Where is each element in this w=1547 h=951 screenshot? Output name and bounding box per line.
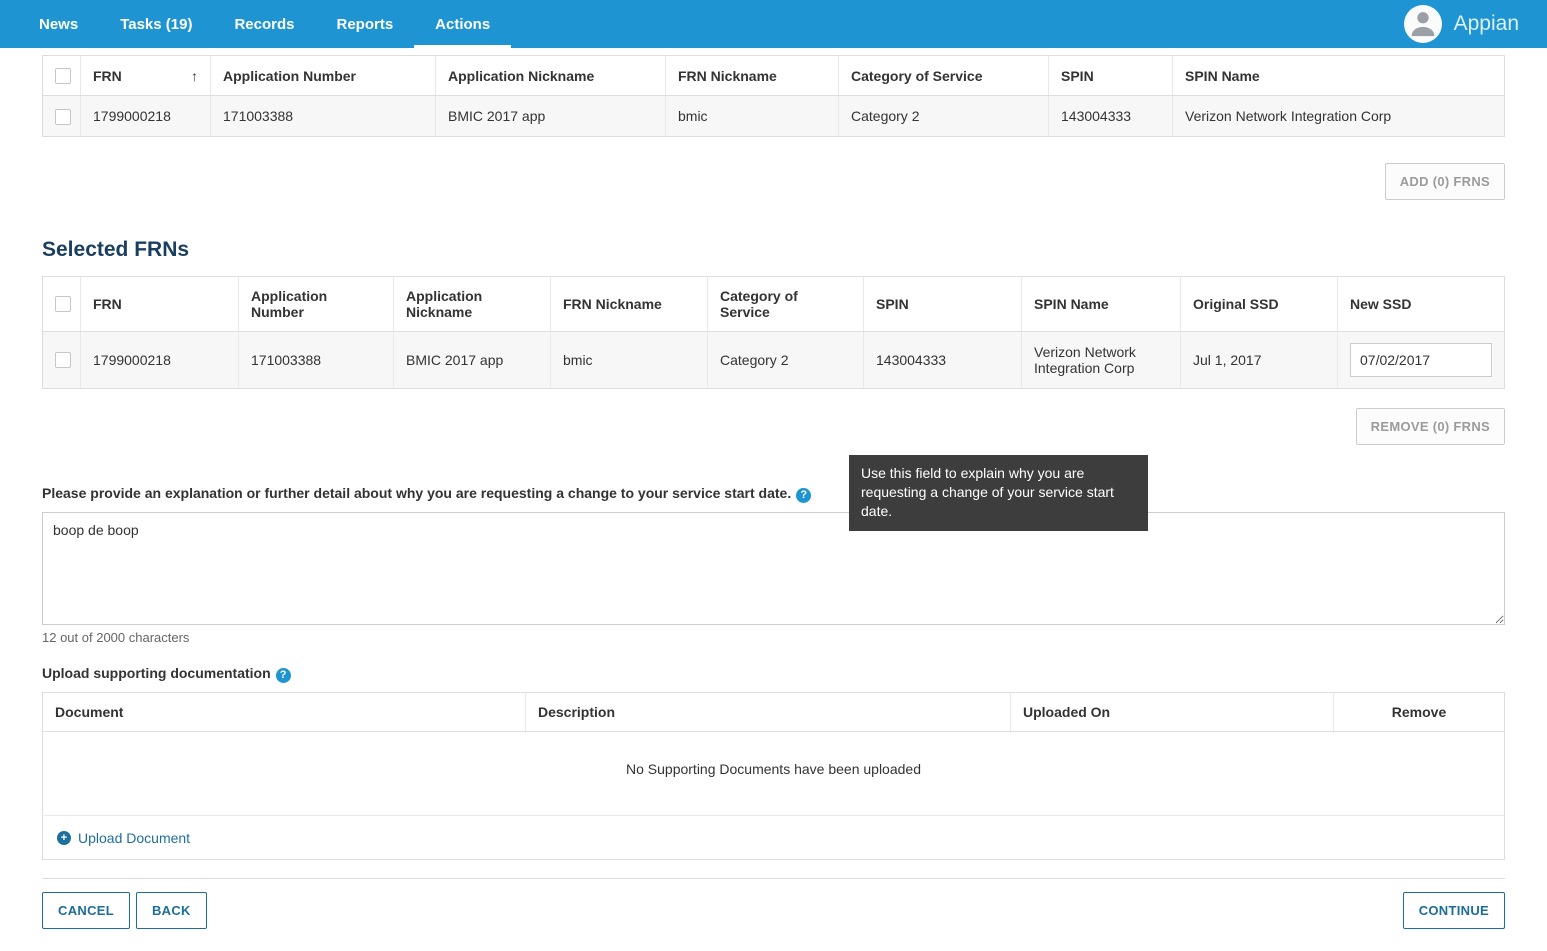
cell-frn: 1799000218 [81,96,211,136]
table-row: 1799000218 171003388 BMIC 2017 app bmic … [43,331,1505,388]
add-frns-button[interactable]: ADD (0) FRNS [1385,163,1505,200]
sort-ascending-icon[interactable]: ↑ [191,68,198,84]
explanation-label: Please provide an explanation or further… [42,485,791,501]
plus-icon: + [57,831,71,845]
cancel-button[interactable]: CANCEL [42,892,130,929]
back-button[interactable]: BACK [136,892,207,929]
cell-category-of-service: Category 2 [839,96,1049,136]
column-header-application-number[interactable]: Application Number [239,276,394,331]
upload-section-label: Upload supporting documentation? [42,665,1505,683]
cell-spin-name: Verizon Network Integration Corp [1173,96,1505,136]
column-header-frn[interactable]: FRN ↑ [81,56,211,96]
column-header-frn[interactable]: FRN [81,276,239,331]
explanation-section: Please provide an explanation or further… [42,485,1505,645]
cell-spin: 143004333 [864,331,1022,388]
nav-item-tasks[interactable]: Tasks (19) [99,0,213,48]
top-nav: News Tasks (19) Records Reports Actions … [0,0,1547,48]
column-header-new-ssd[interactable]: New SSD [1338,276,1505,331]
selected-frns-table: FRN Application Number Application Nickn… [42,276,1505,389]
explanation-textarea[interactable]: boop de boop [42,512,1505,625]
cell-application-nickname: BMIC 2017 app [436,96,666,136]
upload-label-text: Upload supporting documentation [42,665,271,681]
help-tooltip: Use this field to explain why you are re… [849,455,1148,531]
cell-frn: 1799000218 [81,331,239,388]
column-header-frn-nickname[interactable]: FRN Nickname [666,56,839,96]
column-header-spin-name[interactable]: SPIN Name [1173,56,1505,96]
cell-application-nickname: BMIC 2017 app [394,331,551,388]
help-icon[interactable]: ? [276,668,291,683]
continue-button[interactable]: CONTINUE [1403,892,1505,929]
nav-item-reports[interactable]: Reports [315,0,414,48]
column-header-application-nickname[interactable]: Application Nickname [394,276,551,331]
select-all-checkbox[interactable] [55,68,71,84]
column-header-spin[interactable]: SPIN [1049,56,1173,96]
cell-application-number: 171003388 [239,331,394,388]
column-header-spin[interactable]: SPIN [864,276,1022,331]
column-header-category-of-service[interactable]: Category of Service [839,56,1049,96]
page: News Tasks (19) Records Reports Actions … [0,0,1547,951]
person-icon [1406,5,1440,43]
supporting-documents-table: Document Description Uploaded On Remove … [42,692,1505,860]
cell-category-of-service: Category 2 [708,331,864,388]
cell-spin-name: Verizon Network Integration Corp [1022,331,1181,388]
column-header-document: Document [43,692,526,731]
table-row: 1799000218 171003388 BMIC 2017 app bmic … [43,96,1505,136]
upload-document-link-label: Upload Document [78,830,190,846]
row-checkbox[interactable] [55,109,71,125]
upload-document-link[interactable]: + Upload Document [57,830,190,846]
selected-frns-heading: Selected FRNs [42,238,1505,262]
cell-spin: 143004333 [1049,96,1173,136]
column-header-spin-name[interactable]: SPIN Name [1022,276,1181,331]
remove-frns-button[interactable]: REMOVE (0) FRNS [1356,408,1505,445]
column-header-frn-label: FRN [93,68,122,84]
form-footer: CANCEL BACK CONTINUE [42,878,1505,951]
no-documents-message: No Supporting Documents have been upload… [43,731,1505,815]
column-header-uploaded-on: Uploaded On [1011,692,1334,731]
column-header-application-nickname[interactable]: Application Nickname [436,56,666,96]
column-header-application-number[interactable]: Application Number [211,56,436,96]
column-header-frn-nickname[interactable]: FRN Nickname [551,276,708,331]
row-checkbox[interactable] [55,352,71,368]
column-header-category-of-service[interactable]: Category of Service [708,276,864,331]
new-ssd-input[interactable] [1350,343,1492,377]
cell-application-number: 171003388 [211,96,436,136]
nav-item-records[interactable]: Records [213,0,315,48]
character-count: 12 out of 2000 characters [42,630,1505,645]
nav-item-news[interactable]: News [18,0,99,48]
appian-logo: Appian [1454,12,1519,36]
column-header-original-ssd[interactable]: Original SSD [1181,276,1338,331]
cell-frn-nickname: bmic [666,96,839,136]
cell-frn-nickname: bmic [551,331,708,388]
main-content: FRN ↑ Application Number Application Nic… [0,48,1547,951]
select-all-checkbox[interactable] [55,296,71,312]
frn-search-results-table: FRN ↑ Application Number Application Nic… [42,55,1505,137]
column-header-description: Description [526,692,1011,731]
column-header-remove: Remove [1334,692,1505,731]
help-icon[interactable]: ? [796,488,811,503]
user-avatar[interactable] [1404,5,1442,43]
nav-item-actions[interactable]: Actions [414,0,511,48]
cell-original-ssd: Jul 1, 2017 [1181,331,1338,388]
nav-right: Appian [1404,0,1537,48]
